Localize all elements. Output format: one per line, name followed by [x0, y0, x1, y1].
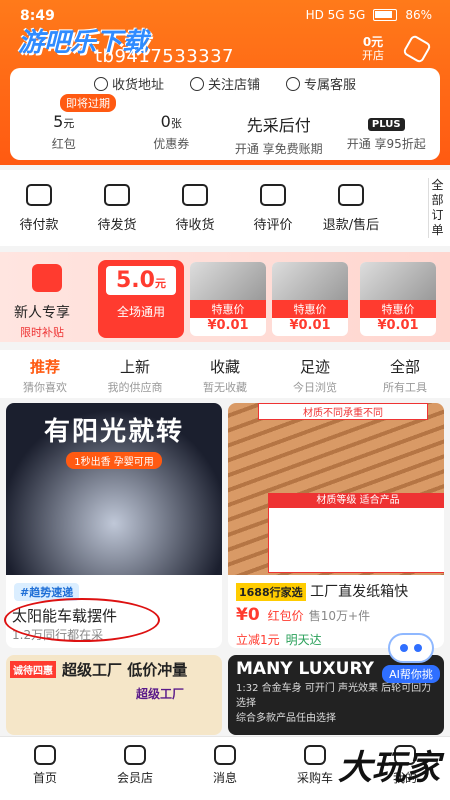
followed-shops-link[interactable]: 关注店铺	[189, 74, 260, 93]
shop-amount: 0元	[362, 35, 384, 49]
deal-card[interactable]: 特惠价 ¥0.01	[272, 262, 348, 336]
battery-icon	[373, 9, 398, 21]
tab-new[interactable]: 上新 我的供应商	[90, 350, 180, 398]
deal-card[interactable]: 特惠价 ¥0.01	[360, 262, 436, 336]
stat-coupon[interactable]: 0张 优惠券	[118, 112, 226, 157]
tab-favorites[interactable]: 收藏 暂无收藏	[180, 350, 270, 398]
all-orders-link[interactable]: 全部订单	[428, 178, 444, 238]
delivery-label: 明天达	[285, 633, 322, 647]
promo-banner[interactable]: 新人专享 限时补贴 5.0元 全场通用 特惠价 ¥0.01 特惠价 ¥0.01 特惠价…	[0, 252, 450, 342]
tab-all-tools[interactable]: 全部 所有工具	[360, 350, 450, 398]
tab-recommend[interactable]: 推荐 猜你喜欢	[0, 350, 90, 398]
order-refund[interactable]: 退款/售后	[312, 170, 390, 246]
deal-image	[360, 262, 436, 300]
robot-icon	[388, 633, 434, 663]
expire-badge: 即将过期	[60, 94, 116, 112]
store-icon	[189, 76, 204, 91]
discount-label: 立减1元	[236, 633, 280, 647]
order-pending-payment[interactable]: 待付款	[0, 170, 78, 246]
order-pending-shipment[interactable]: 待发货	[78, 170, 156, 246]
plus-badge: PLUS	[367, 118, 405, 131]
deal-image	[190, 262, 266, 300]
location-icon	[93, 76, 108, 91]
product-image: 材质不同承重不同 材质等级 适合产品	[228, 403, 444, 575]
wallet-icon	[26, 184, 52, 206]
nav-home[interactable]: 首页	[0, 737, 90, 800]
product-card[interactable]: 诚待四惠 超级工厂 低价冲量 超级工厂	[6, 655, 222, 735]
expert-badge: 1688行家选	[236, 583, 306, 601]
quick-links: 收货地址 关注店铺 专属客服	[10, 74, 440, 93]
crown-icon	[124, 745, 146, 765]
order-bar: 待付款 待发货 待收货 待评价 退款/售后 全部订单	[0, 170, 450, 246]
order-pending-review[interactable]: 待评价	[234, 170, 312, 246]
headset-icon	[286, 76, 300, 91]
chat-icon	[260, 184, 286, 206]
network-indicator: HD 5G 5G	[305, 8, 366, 22]
open-shop-button[interactable]: 0元 开店	[362, 35, 384, 63]
coupon-card[interactable]: 5.0元 全场通用	[98, 260, 184, 338]
account-card: 收货地址 关注店铺 专属客服 即将过期 5元 红包 0张 优惠券 先采后付 开通 享免…	[10, 68, 440, 160]
customer-service-link[interactable]: 专属客服	[286, 74, 356, 93]
home-icon	[34, 745, 56, 765]
box-icon	[104, 184, 130, 206]
tab-history[interactable]: 足迹 今日浏览	[270, 350, 360, 398]
product-image: 有阳光就转 1秒出香 孕婴可用	[6, 403, 222, 575]
product-price: ¥0	[236, 605, 260, 625]
message-icon	[214, 745, 236, 765]
deal-card[interactable]: 特惠价 ¥0.01	[190, 262, 266, 336]
product-title: 工厂直发纸箱快	[310, 584, 409, 600]
gift-icon	[32, 264, 62, 292]
stat-plus[interactable]: PLUS 开通 享95折起	[333, 112, 441, 157]
new-user-label: 新人专享 限时补贴	[14, 305, 70, 339]
nav-member-store[interactable]: 会员店	[90, 737, 180, 800]
address-link[interactable]: 收货地址	[93, 74, 164, 93]
highlight-circle	[4, 598, 160, 642]
status-icons: HD 5G 5G 86%	[306, 8, 432, 22]
watermark-bottom: 大玩家	[338, 748, 440, 788]
cart-icon	[304, 745, 326, 765]
username[interactable]: tb9417533337	[95, 46, 234, 67]
nav-messages[interactable]: 消息	[180, 737, 270, 800]
product-card[interactable]: 材质不同承重不同 材质等级 适合产品 1688行家选 工厂直发纸箱快 ¥0 红包价…	[228, 403, 444, 648]
truck-icon	[182, 184, 208, 206]
feed-tabs: 推荐 猜你喜欢 上新 我的供应商 收藏 暂无收藏 足迹 今日浏览 全部 所有工具	[0, 350, 450, 398]
ai-assistant-button[interactable]: AI帮你挑	[382, 633, 440, 685]
stat-buy-now-pay-later[interactable]: 先采后付 开通 享免费账期	[225, 112, 333, 157]
battery-percent: 86%	[405, 8, 432, 22]
deal-image	[272, 262, 348, 300]
stat-redpacket[interactable]: 5元 红包	[10, 112, 118, 157]
shop-label: 开店	[362, 49, 384, 62]
order-pending-receipt[interactable]: 待收货	[156, 170, 234, 246]
refund-icon	[338, 184, 364, 206]
stats-row: 5元 红包 0张 优惠券 先采后付 开通 享免费账期 PLUS 开通 享95折起	[10, 112, 440, 157]
